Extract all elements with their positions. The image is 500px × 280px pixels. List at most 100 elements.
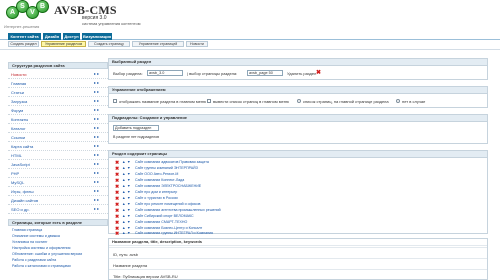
- sidebar-item[interactable]: PHP ▸ ▸: [8, 169, 108, 178]
- page-link[interactable]: Сайт компании ЭЛЕКТРОСНАБЖЕНИЕ: [135, 184, 201, 189]
- sidebar-item-arrows-icon[interactable]: ▸ ▸: [94, 188, 104, 194]
- delete-icon[interactable]: ✖: [115, 197, 120, 202]
- sidebar-item-arrows-icon[interactable]: ▸ ▸: [94, 71, 104, 77]
- page-link[interactable]: Сайт о туристах в России: [135, 196, 178, 201]
- page-link[interactable]: Сайт компании СМАРТ-ТЕХНО: [135, 220, 187, 225]
- subnav-manage-section[interactable]: Управление разделом: [41, 41, 86, 47]
- subnav-manage-page[interactable]: Управление страницей: [132, 41, 184, 47]
- sidebar-item-label[interactable]: Ссылки: [11, 135, 25, 140]
- delete-icon[interactable]: ✖: [115, 215, 120, 220]
- page-link[interactable]: Сайт компании агентства промышленных реш…: [135, 208, 221, 213]
- move-down-icon[interactable]: ▼: [127, 160, 132, 165]
- sidebar-item[interactable]: Статьи ▸ ▸: [8, 88, 108, 97]
- move-down-icon[interactable]: ▼: [127, 214, 132, 219]
- page-link[interactable]: Сайт компании адвокатов Правовая защита: [135, 160, 209, 165]
- move-down-icon[interactable]: ▼: [127, 208, 132, 213]
- sidebar-item-label[interactable]: Карта сайта: [11, 144, 33, 149]
- sidebar-item[interactable]: JavaScript ▸ ▸: [8, 160, 108, 169]
- sidebar-page-link[interactable]: Работа с каталогами и страницами: [12, 264, 107, 268]
- sidebar-item-arrows-icon[interactable]: ▸ ▸: [94, 170, 104, 176]
- sidebar-item-arrows-icon[interactable]: ▸ ▸: [94, 125, 104, 131]
- sidebar-item[interactable]: Главная ▸ ▸: [8, 79, 108, 88]
- subnav-create-page[interactable]: Создать страницу: [88, 41, 130, 47]
- sidebar-item-arrows-icon[interactable]: ▸ ▸: [94, 179, 104, 185]
- move-down-icon[interactable]: ▼: [127, 178, 132, 183]
- page-link[interactable]: Сайт компании группы ИНТЕГРАЛ и Компания: [135, 231, 213, 236]
- sidebar-item-arrows-icon[interactable]: ▸ ▸: [94, 98, 104, 104]
- delete-icon[interactable]: ✖: [115, 232, 120, 237]
- sidebar-item-label[interactable]: PHP: [11, 171, 19, 176]
- subnav-create-section[interactable]: Создать раздел: [8, 41, 39, 47]
- sidebar-page-link[interactable]: Главная страница: [12, 228, 107, 232]
- move-down-icon[interactable]: ▼: [127, 190, 132, 195]
- delete-icon[interactable]: ✖: [115, 191, 120, 196]
- sidebar-item[interactable]: Карта сайта ▸ ▸: [8, 142, 108, 151]
- sidebar-item-arrows-icon[interactable]: ▸ ▸: [94, 206, 104, 212]
- sidebar-item-label[interactable]: Каталог: [11, 126, 26, 131]
- sidebar-item-arrows-icon[interactable]: ▸ ▸: [94, 107, 104, 113]
- show-in-menu-checkbox[interactable]: [113, 99, 117, 103]
- none-radio[interactable]: [396, 99, 400, 103]
- nav-tab-visual[interactable]: Визуализация: [82, 33, 112, 40]
- sidebar-item[interactable]: HTML ▸ ▸: [8, 151, 108, 160]
- sidebar-item-arrows-icon[interactable]: ▸ ▸: [94, 161, 104, 167]
- sidebar-item[interactable]: Игры, флеш ▸ ▸: [8, 187, 108, 196]
- logo[interactable]: A S V B: [6, 0, 50, 24]
- sidebar-item[interactable]: Форум ▸ ▸: [8, 106, 108, 115]
- sidebar-item-label[interactable]: SEO и др.: [11, 207, 30, 212]
- move-down-icon[interactable]: ▼: [127, 184, 132, 189]
- sidebar-item-arrows-icon[interactable]: ▸ ▸: [94, 152, 104, 158]
- delete-icon[interactable]: ✖: [115, 179, 120, 184]
- page-link[interactable]: Сайт Сибирский спорт ВЕЛОМАКС: [135, 214, 194, 219]
- delete-icon[interactable]: ✖: [115, 221, 120, 226]
- move-down-icon[interactable]: ▼: [127, 166, 132, 171]
- subnav-news[interactable]: Новости: [186, 41, 208, 47]
- sidebar-item[interactable]: Каталог ▸ ▸: [8, 124, 108, 133]
- delete-icon[interactable]: ✖: [115, 209, 120, 214]
- delete-icon[interactable]: ✖: [115, 173, 120, 178]
- section-select[interactable]: avsb_3.0: [147, 70, 183, 76]
- page-link[interactable]: Сайт про ремонт помещений и офисов: [135, 202, 200, 207]
- sidebar-item-label[interactable]: Новости: [11, 72, 26, 77]
- nav-tab-content[interactable]: Контент сайта: [8, 33, 41, 40]
- sidebar-item[interactable]: Загрузка ▸ ▸: [8, 97, 108, 106]
- delete-icon[interactable]: ✖: [316, 70, 321, 76]
- page-link[interactable]: Сайт группы компаний ЭНТЕРПРАЙЗ: [135, 166, 198, 171]
- sidebar-page-link[interactable]: Работа с разделами сайта: [12, 258, 107, 262]
- move-down-icon[interactable]: ▼: [127, 220, 132, 225]
- sidebar-item-arrows-icon[interactable]: ▸ ▸: [94, 89, 104, 95]
- sidebar-item[interactable]: MySQL ▸ ▸: [8, 178, 108, 187]
- nav-tab-access[interactable]: Доступ: [63, 33, 80, 40]
- sidebar-item-label[interactable]: JavaScript: [11, 162, 30, 167]
- sidebar-page-link[interactable]: Обновление: ошибки и улучшения версии: [12, 252, 107, 256]
- move-down-icon[interactable]: ▼: [127, 231, 132, 236]
- sidebar-item-label[interactable]: HTML: [11, 153, 22, 158]
- sidebar-item[interactable]: Дизайн сайтов ▸ ▸: [8, 196, 108, 205]
- sidebar-page-link[interactable]: Установка на хостинг: [12, 240, 107, 244]
- sidebar-item-label[interactable]: Дизайн сайтов: [11, 198, 38, 203]
- sidebar-item-label[interactable]: Статьи: [11, 90, 24, 95]
- sidebar-item[interactable]: SEO и др. ▸ ▸: [8, 205, 108, 214]
- sidebar-item-arrows-icon[interactable]: ▸ ▸: [94, 116, 104, 122]
- sidebar-item[interactable]: Контакты ▸ ▸: [8, 115, 108, 124]
- move-down-icon[interactable]: ▼: [127, 172, 132, 177]
- add-subsection-select[interactable]: Добавить подраздел: [113, 125, 159, 131]
- sidebar-item-label[interactable]: Контакты: [11, 117, 28, 122]
- sidebar-page-link[interactable]: Настройка системы и оформления: [12, 246, 107, 250]
- delete-icon[interactable]: ✖: [115, 185, 120, 190]
- delete-icon[interactable]: ✖: [115, 161, 120, 166]
- page-link[interactable]: Сайт ООО Авто-Регион-М: [135, 172, 178, 177]
- sidebar-item-label[interactable]: MySQL: [11, 180, 24, 185]
- page-link[interactable]: Сайт компании Коннект-Лада: [135, 178, 184, 183]
- page-link[interactable]: Сайт про дом и интерьер: [135, 190, 177, 195]
- nav-tab-design[interactable]: Дизайн: [43, 33, 61, 40]
- sidebar-item-arrows-icon[interactable]: ▸ ▸: [94, 143, 104, 149]
- delete-icon[interactable]: ✖: [115, 167, 120, 172]
- sidebar-item-arrows-icon[interactable]: ▸ ▸: [94, 134, 104, 140]
- sidebar-item-arrows-icon[interactable]: ▸ ▸: [94, 197, 104, 203]
- sidebar-item[interactable]: Новости ▸ ▸: [8, 70, 108, 79]
- pages-list-radio[interactable]: [297, 99, 301, 103]
- move-down-icon[interactable]: ▼: [127, 196, 132, 201]
- sidebar-item-arrows-icon[interactable]: ▸ ▸: [94, 80, 104, 86]
- pages-in-menu-checkbox[interactable]: [207, 99, 211, 103]
